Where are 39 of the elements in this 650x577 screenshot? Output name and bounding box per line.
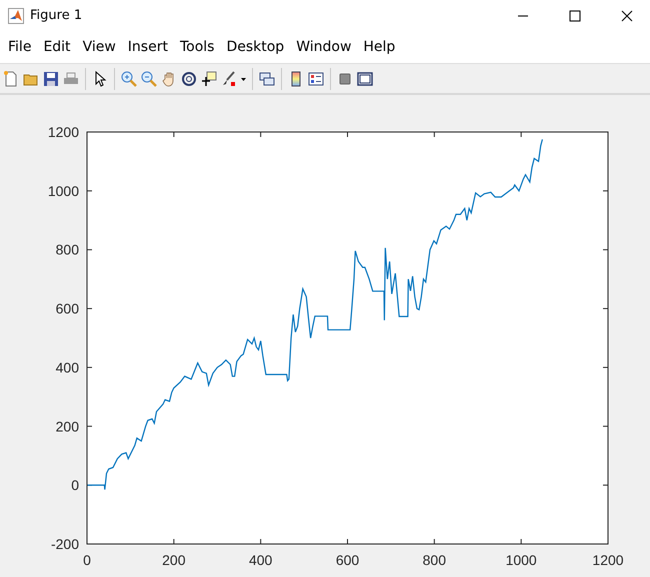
rotate-icon [181,70,197,86]
menu-item[interactable]: Insert [122,37,174,57]
new-file-icon [3,70,19,86]
x-tick-label: 800 [422,552,446,568]
y-tick-label: 1000 [48,182,79,199]
y-tick-label: 0 [71,477,79,494]
app-logo-icon [8,8,24,24]
menu-item[interactable]: Help [357,37,402,57]
x-tick-label: 200 [162,552,186,568]
data-cursor-icon [201,70,217,86]
y-tick-label: 800 [56,242,79,258]
printer-icon [63,70,79,86]
y-tick-label: 400 [56,359,79,376]
x-tick-label: 0 [83,552,91,568]
save-icon [43,70,59,86]
menu-item[interactable]: Window [290,37,358,57]
plain-square-icon [337,70,353,86]
brush-icon [221,70,237,86]
window-title: Figure 1 [30,8,82,23]
zoom-in-icon [121,70,137,86]
menu-item[interactable]: Edit [37,37,77,57]
menu-item[interactable]: File [2,37,38,57]
linked-windows-icon [259,70,275,86]
y-tick-label: 1200 [48,124,79,140]
close-icon [621,10,633,22]
y-tick-label: -200 [50,536,79,552]
menu-item[interactable]: Tools [174,37,220,57]
y-tick-label: 600 [56,300,79,317]
x-tick-label: 600 [336,552,360,568]
zoom-out-icon [141,70,157,86]
x-tick-label: 1000 [506,552,537,568]
maximize-icon [569,10,581,22]
menu-item[interactable]: View [76,37,122,57]
legend-icon [308,70,324,86]
y-tick-label: 200 [56,418,79,434]
x-tick-label: 400 [248,552,272,568]
menu-item[interactable]: Desktop [220,37,290,57]
plot-tools-icon [357,70,373,86]
x-tick-label: 1200 [592,552,624,568]
